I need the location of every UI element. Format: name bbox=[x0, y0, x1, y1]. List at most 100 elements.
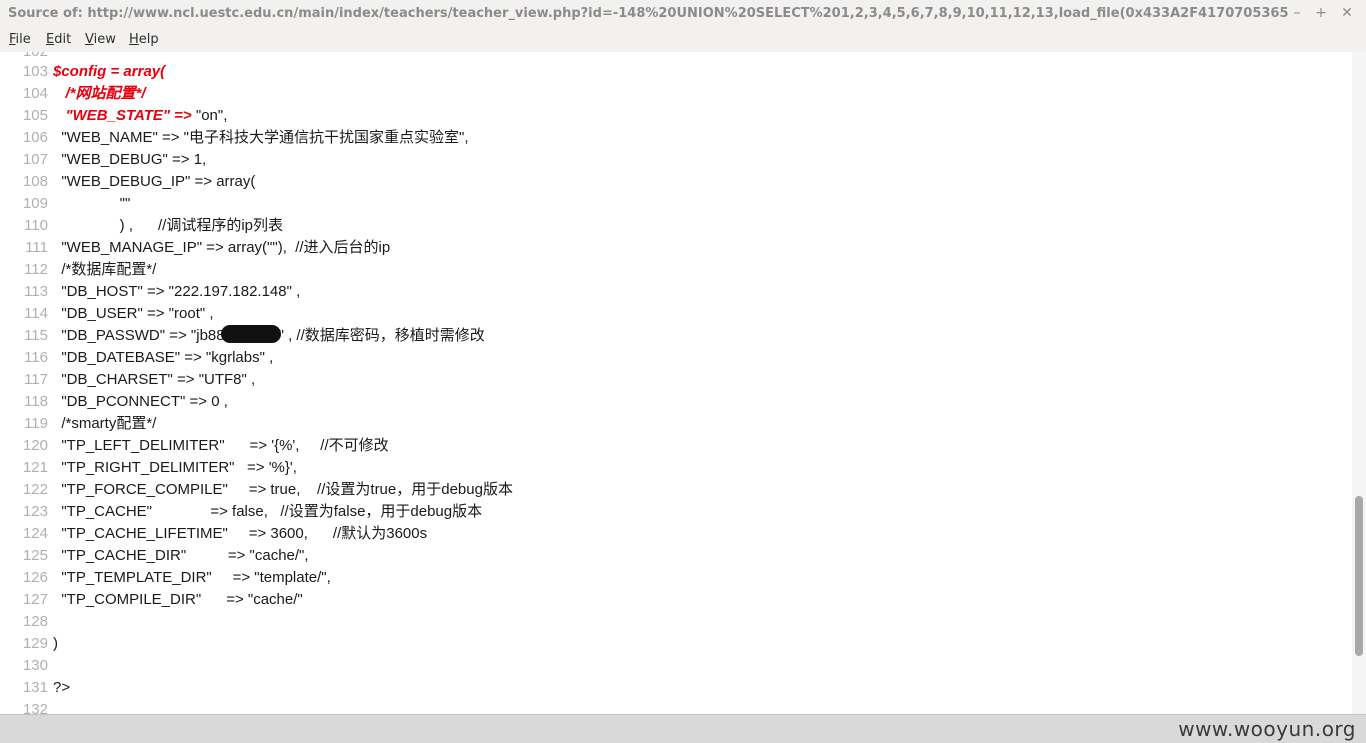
line-number: 118 bbox=[24, 393, 48, 410]
code-line: 118 "DB_PCONNECT" => 0 , bbox=[0, 391, 1350, 413]
line-number: 130 bbox=[22, 657, 48, 674]
line-number: 116 bbox=[24, 349, 48, 366]
line-number: 112 bbox=[24, 261, 48, 278]
highlighted-key: "WEB_STATE" => bbox=[53, 107, 192, 124]
code-line: 107 "WEB_DEBUG" => 1, bbox=[0, 149, 1350, 171]
menu-help[interactable]: Help bbox=[129, 32, 159, 47]
menu-edit-label: dit bbox=[54, 32, 72, 47]
code-line: 115 "DB_PASSWD" => "jb88 " , //数据库密码，移植时需… bbox=[0, 325, 1350, 347]
code-line: 126 "TP_TEMPLATE_DIR" => "template/", bbox=[0, 567, 1350, 589]
line-text: "DB_DATEBASE" => "kgrlabs" , bbox=[53, 349, 274, 366]
line-number: 107 bbox=[22, 151, 48, 168]
menu-edit[interactable]: Edit bbox=[46, 32, 71, 47]
line-text: "WEB_NAME" => "电子科技大学通信抗干扰国家重点实验室", bbox=[53, 129, 469, 146]
code-line: 123 "TP_CACHE" => false, //设置为false，用于de… bbox=[0, 501, 1350, 523]
line-number: 123 bbox=[22, 503, 48, 520]
line-number: 132 bbox=[22, 701, 48, 714]
line-text: "DB_CHARSET" => "UTF8" , bbox=[53, 371, 256, 388]
line-number: 119 bbox=[24, 415, 48, 432]
line-text-rest: "on", bbox=[191, 107, 228, 124]
code-line: 103 $config = array( bbox=[0, 61, 1350, 83]
code-line: 124 "TP_CACHE_LIFETIME" => 3600, //默认为36… bbox=[0, 523, 1350, 545]
code-line: 130 bbox=[0, 655, 1350, 677]
code-line: 129) bbox=[0, 633, 1350, 655]
close-icon[interactable]: ✕ bbox=[1338, 4, 1356, 22]
maximize-icon[interactable]: + bbox=[1312, 4, 1330, 22]
source-editor[interactable]: 102 103$config = array( 104 /*网站配置*/ 105… bbox=[0, 52, 1352, 714]
menu-bar: File Edit View Help bbox=[0, 27, 1366, 52]
line-text: "DB_HOST" => "222.197.182.148" , bbox=[53, 283, 301, 300]
scrollbar-thumb[interactable] bbox=[1355, 496, 1363, 656]
line-text: "DB_PCONNECT" => 0 , bbox=[53, 393, 228, 410]
line-text: "TP_CACHE_DIR" => "cache/", bbox=[53, 547, 309, 564]
line-number: 129 bbox=[22, 635, 48, 652]
code-line: 114 "DB_USER" => "root" , bbox=[0, 303, 1350, 325]
code-line: 110 ) , //调试程序的ip列表 bbox=[0, 215, 1350, 237]
line-number: 109 bbox=[22, 195, 48, 212]
line-number: 131 bbox=[22, 679, 48, 696]
line-text: /*网站配置*/ bbox=[53, 85, 146, 102]
code-line: 127 "TP_COMPILE_DIR" => "cache/" bbox=[0, 589, 1350, 611]
menu-file[interactable]: File bbox=[9, 32, 31, 47]
line-number: 105 bbox=[22, 107, 48, 124]
code-line: 117 "DB_CHARSET" => "UTF8" , bbox=[0, 369, 1350, 391]
code-line: 109 "" bbox=[0, 193, 1350, 215]
line-text: "TP_LEFT_DELIMITER" => '{%', //不可修改 bbox=[53, 437, 389, 454]
window-title: Source of: http://www.ncl.uestc.edu.cn/m… bbox=[8, 6, 1288, 21]
line-number: 114 bbox=[24, 305, 48, 322]
line-text: "TP_CACHE_LIFETIME" => 3600, //默认为3600s bbox=[53, 525, 428, 542]
code-line: 119 /*smarty配置*/ bbox=[0, 413, 1350, 435]
line-number: 121 bbox=[22, 459, 48, 476]
line-text: "TP_TEMPLATE_DIR" => "template/", bbox=[53, 569, 331, 586]
menu-edit-mnemonic: E bbox=[46, 32, 55, 47]
code-line: 132 bbox=[0, 699, 1350, 714]
code-line: 131 ?> bbox=[0, 677, 1350, 699]
menu-file-label: ile bbox=[15, 32, 31, 47]
line-text: ) , //调试程序的ip列表 bbox=[53, 217, 284, 234]
line-text: "WEB_DEBUG_IP" => array( bbox=[53, 173, 256, 190]
line-text: "TP_CACHE" => false, //设置为false，用于debug版… bbox=[53, 503, 483, 520]
code-line: 106 "WEB_NAME" => "电子科技大学通信抗干扰国家重点实验室", bbox=[0, 127, 1350, 149]
code-line: 108 "WEB_DEBUG_IP" => array( bbox=[0, 171, 1350, 193]
line-number: 108 bbox=[22, 173, 48, 190]
password-suffix: " , //数据库密码，移植时需修改 bbox=[278, 327, 485, 344]
code-line: 121 "TP_RIGHT_DELIMITER" => '%}', bbox=[0, 457, 1350, 479]
code-line: 111 "WEB_MANAGE_IP" => array(""), //进入后台… bbox=[0, 237, 1350, 259]
line-number: 124 bbox=[22, 525, 48, 542]
menu-view[interactable]: View bbox=[85, 32, 116, 47]
menu-view-mnemonic: V bbox=[85, 32, 94, 47]
status-bar: www.wooyun.org bbox=[0, 714, 1366, 743]
view-source-window: Source of: http://www.ncl.uestc.edu.cn/m… bbox=[0, 0, 1366, 743]
line-text: "WEB_STATE" => "on", bbox=[53, 105, 228, 127]
minimize-icon[interactable]: – bbox=[1288, 4, 1306, 22]
line-text: $config = array( bbox=[53, 63, 166, 80]
code-line: 112 /*数据库配置*/ bbox=[0, 259, 1350, 281]
line-number: 122 bbox=[22, 481, 48, 498]
code-line: 113 "DB_HOST" => "222.197.182.148" , bbox=[0, 281, 1350, 303]
line-number: 117 bbox=[24, 371, 48, 388]
line-text: ?> bbox=[53, 679, 71, 696]
line-number: 103 bbox=[22, 63, 48, 80]
line-number: 125 bbox=[22, 547, 48, 564]
vertical-scrollbar[interactable] bbox=[1352, 52, 1366, 714]
line-number: 113 bbox=[24, 283, 48, 300]
line-text: "TP_RIGHT_DELIMITER" => '%}', bbox=[53, 459, 297, 476]
line-text: "TP_FORCE_COMPILE" => true, //设置为true，用于… bbox=[53, 481, 513, 498]
line-number: 106 bbox=[22, 129, 48, 146]
line-number: 126 bbox=[22, 569, 48, 586]
line-number: 128 bbox=[22, 613, 48, 630]
menu-help-label: elp bbox=[138, 32, 159, 47]
line-text: "" bbox=[53, 195, 131, 212]
menu-view-label: iew bbox=[93, 32, 116, 47]
line-text: /*数据库配置*/ bbox=[53, 261, 157, 278]
line-number: 104 bbox=[22, 85, 48, 102]
line-number: 120 bbox=[22, 437, 48, 454]
code-line: 122 "TP_FORCE_COMPILE" => true, //设置为tru… bbox=[0, 479, 1350, 501]
line-text: "DB_PASSWD" => "jb88 " , //数据库密码，移植时需修改 bbox=[53, 325, 485, 347]
line-number: 127 bbox=[22, 591, 48, 608]
redaction-blot bbox=[220, 325, 281, 343]
line-text: "TP_COMPILE_DIR" => "cache/" bbox=[53, 591, 303, 608]
line-number: 115 bbox=[24, 327, 48, 344]
title-bar: Source of: http://www.ncl.uestc.edu.cn/m… bbox=[0, 0, 1366, 27]
line-text: /*smarty配置*/ bbox=[53, 415, 157, 432]
